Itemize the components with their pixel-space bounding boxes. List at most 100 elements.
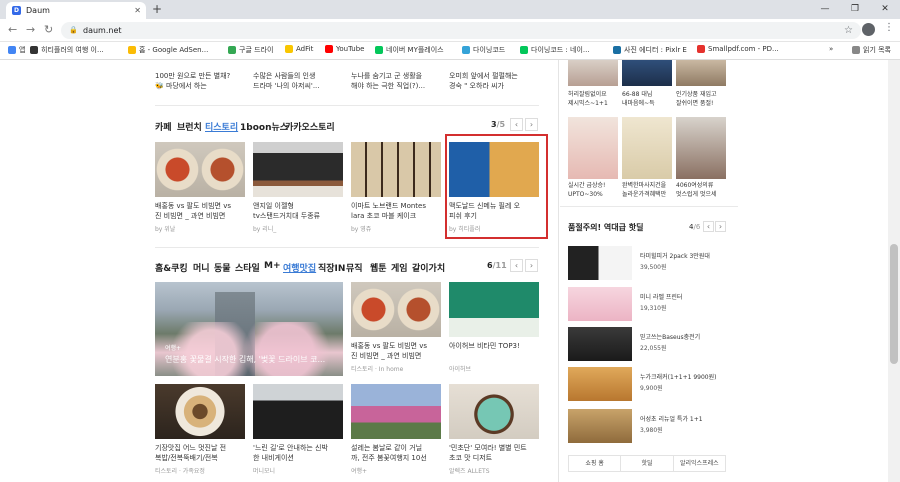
product-item[interactable]: 어성초 리뉴얼 특가 1+1 3,980원	[568, 409, 723, 445]
ad-image[interactable]	[622, 117, 672, 179]
bookmark-item[interactable]: Smallpdf.com - PD...	[697, 45, 779, 53]
tab-section2-5[interactable]: 여행맛집	[283, 261, 316, 274]
article-thumbnail[interactable]	[155, 384, 245, 439]
tab-section2-10[interactable]: 같이가치	[412, 261, 445, 274]
shop-tab[interactable]: 알리익스프레스	[674, 456, 725, 471]
close-window-button[interactable]: ✕	[870, 0, 900, 19]
hero-title[interactable]: 연분홍 꽃물결 시작한 김해, '벚꽃 드라이브 코...	[165, 354, 325, 365]
product-item[interactable]: 타미힐피거 2pack 3만원대 39,500원	[568, 246, 723, 282]
bookmark-item[interactable]: AdFit	[285, 45, 313, 53]
deal-prev-button[interactable]: ‹	[703, 221, 714, 232]
article-thumbnail[interactable]	[351, 282, 441, 337]
back-arrow-icon[interactable]: ←	[8, 23, 17, 36]
tab-section2-8[interactable]: 웹툰	[370, 261, 387, 274]
scrollbar-thumb[interactable]	[890, 244, 898, 364]
section1-prev-button[interactable]: ‹	[510, 118, 523, 131]
article-thumbnail[interactable]	[253, 384, 343, 439]
article-thumbnail[interactable]	[253, 142, 343, 197]
tab-section2-4[interactable]: M+	[264, 261, 281, 271]
ad-caption[interactable]: 인기상품 재입고 잘쉬이면 품절!	[676, 90, 728, 108]
article-title[interactable]: 기장맛집 어느 멋진날 전 복밥/전복뚝배기/전복	[155, 443, 247, 463]
tab-section2-1[interactable]: 머니	[193, 261, 210, 274]
article-title[interactable]: 설레는 봄날로 같이 거닐 까, 전주 봄꽃여행지 10선	[351, 443, 443, 463]
ad-caption[interactable]: 완벽한마사지건을 놀라운가격혜택만	[622, 181, 674, 199]
forward-arrow-icon[interactable]: →	[26, 23, 35, 36]
tab-section2-7[interactable]: 뮤직	[346, 261, 363, 274]
tab-section1-1[interactable]: 브런치	[177, 120, 202, 133]
bookmark-item[interactable]: 네이버 MY플레이스	[375, 45, 444, 55]
ad-image[interactable]	[676, 117, 726, 179]
top-row-caption[interactable]: 오미희 앞에서 펄펄해는 경숙 " 오하라 씨가	[449, 71, 541, 91]
article-thumbnail[interactable]	[351, 142, 441, 197]
product-item[interactable]: 누가크래커(1+1+1 9900원) 9,900원	[568, 367, 723, 403]
product-image	[568, 246, 632, 280]
bookmark-item[interactable]: YouTube	[325, 45, 364, 53]
product-item[interactable]: 믿고쓰는Baseus충전기 22,055원	[568, 327, 723, 363]
tab-section2-3[interactable]: 스타일	[235, 261, 260, 274]
browser-tab[interactable]: D Daum ✕	[6, 2, 146, 19]
hero-article-image[interactable]: 여행+ 연분홍 꽃물결 시작한 김해, '벚꽃 드라이브 코...	[155, 282, 343, 376]
ad-image[interactable]	[622, 60, 672, 86]
article-title[interactable]: 앤지일 이젤형 tv스탠드거치대 두종류	[253, 201, 345, 221]
top-row-caption[interactable]: 누나를 숨기고 군 생활을 해야 하는 극한 직업(?)...	[351, 71, 443, 91]
article-title[interactable]: '느린 길'로 안내하는 신박 한 내비게이션	[253, 443, 345, 463]
tab-section2-6[interactable]: 직장IN	[318, 261, 345, 274]
top-row-caption[interactable]: 100만 원으로 만든 별채? 🐝 마당에서 하는	[155, 71, 247, 91]
ad-caption[interactable]: 4060여성의류 멋스럽게 멋으세	[676, 181, 728, 199]
tab-section1-0[interactable]: 카페	[155, 120, 172, 133]
reload-icon[interactable]: ↻	[44, 23, 53, 36]
new-tab-button[interactable]: +	[152, 2, 162, 16]
bookmark-item[interactable]: 홈 - Google AdSen...	[128, 45, 208, 55]
article-title[interactable]: '민초단' 모여라! 별별 민트 초코 맛 디저트	[449, 443, 541, 463]
ad-image[interactable]	[676, 60, 726, 86]
tab-section1-4[interactable]: 카카오스토리	[285, 120, 335, 133]
tab-section2-0[interactable]: 홈&쿠킹	[155, 261, 188, 274]
ad-caption[interactable]: 66-88 대님 내마음에~득	[622, 90, 674, 108]
tab-section1-2[interactable]: 티스토리	[205, 120, 238, 133]
address-bar[interactable]: 🔒 daum.net ☆	[61, 22, 861, 39]
deal-next-button[interactable]: ›	[715, 221, 726, 232]
kebab-menu-icon[interactable]: ⋮	[884, 22, 894, 33]
ad-image[interactable]	[568, 117, 618, 179]
bookmark-item[interactable]: 히티플러의 여행 이...	[30, 45, 104, 55]
article-title[interactable]: 이마트 노브랜드 Montes lara 초코 마블 케이크	[351, 201, 443, 221]
bookmark-icon	[325, 45, 333, 53]
ad-caption[interactable]: 허리잘림없이요 제시믹스~1+1	[568, 90, 620, 108]
bookmark-item[interactable]: 구글 드라이	[228, 45, 273, 55]
bookmark-item[interactable]: 다이닝코드	[462, 45, 505, 55]
article-thumbnail[interactable]	[155, 142, 245, 197]
shop-tab[interactable]: 핫딜	[621, 456, 674, 471]
tab-section2-9[interactable]: 게임	[391, 261, 408, 274]
restore-button[interactable]: ❐	[840, 0, 870, 19]
bookmark-item[interactable]: 사진 에디터 : Pixlr E	[613, 45, 687, 55]
tab-section1-3[interactable]: 1boon뉴스	[240, 120, 288, 133]
minimize-button[interactable]: —	[810, 0, 840, 19]
close-tab-icon[interactable]: ✕	[134, 6, 141, 15]
section2-prev-button[interactable]: ‹	[510, 259, 523, 272]
ad-caption[interactable]: 실시간 급상승! UPTO~30%	[568, 181, 620, 199]
product-item[interactable]: 미니 라벨 프린터 19,310원	[568, 287, 723, 323]
daum-favicon-icon: D	[12, 6, 21, 15]
section2-next-button[interactable]: ›	[525, 259, 538, 272]
article-title[interactable]: 배홍동 vs 팔도 비빔면 vs 진 비빔면 _ 과연 비빔면	[155, 201, 247, 221]
shop-tab[interactable]: 쇼핑 홈	[569, 456, 622, 471]
bookmark-item[interactable]: 읽기 목록	[852, 45, 891, 55]
bookmark-label: »	[829, 45, 834, 53]
article-title[interactable]: 배홍동 vs 팔도 비빔면 vs 진 비빔면 _ 과연 비빔면	[351, 341, 443, 361]
profile-avatar-icon[interactable]	[862, 23, 875, 36]
bookmark-item[interactable]: 앱	[8, 45, 25, 55]
bookmark-item[interactable]: »	[829, 45, 833, 53]
article-thumbnail[interactable]	[449, 282, 539, 337]
bookmark-item[interactable]: 다이닝코드 : 네이...	[520, 45, 590, 55]
top-row-caption[interactable]: 수많은 사람들의 인생 드라마 '나의 아저씨'...	[253, 71, 345, 91]
article-thumbnail[interactable]	[449, 384, 539, 439]
bookmark-icon	[613, 46, 621, 54]
bookmark-star-icon[interactable]: ☆	[844, 22, 853, 39]
article-thumbnail[interactable]	[351, 384, 441, 439]
caption-line: 인기상품 재입고	[676, 91, 717, 98]
tab-section2-2[interactable]: 동물	[214, 261, 231, 274]
section1-next-button[interactable]: ›	[525, 118, 538, 131]
ad-image[interactable]	[568, 60, 618, 86]
article-title[interactable]: 아이허브 비타민 TOP3!	[449, 341, 541, 351]
section1-pager: 3/5	[491, 120, 506, 129]
